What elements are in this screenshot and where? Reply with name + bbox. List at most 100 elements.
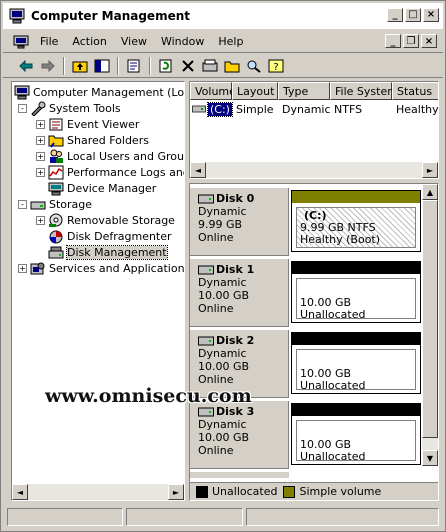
menu-action[interactable]: Action — [65, 35, 113, 48]
tree-item-label: Services and Applications — [49, 261, 185, 275]
column-header-layout[interactable]: Layout — [232, 82, 278, 100]
tree-item-label: Storage — [49, 197, 93, 211]
child-minimize-button[interactable]: _ — [385, 34, 401, 48]
up-folder-icon[interactable] — [69, 56, 91, 76]
column-header-type[interactable]: Type — [278, 82, 330, 100]
help-icon[interactable]: ? — [265, 56, 287, 76]
partition-body[interactable]: 10.00 GB Unallocated — [296, 349, 416, 392]
tree-item-storage[interactable]: - Storage — [18, 196, 92, 212]
refresh-icon[interactable] — [155, 56, 177, 76]
back-arrow-icon[interactable] — [15, 56, 37, 76]
tree-item-label: Disk Defragmenter — [67, 229, 172, 243]
collapse-toggle[interactable]: - — [18, 199, 27, 209]
disk-row[interactable]: Disk 3 Dynamic 10.00 GB Online 10.00 GB … — [190, 401, 424, 469]
menu-file[interactable]: File — [33, 35, 65, 48]
tree-item-shared-folders[interactable]: + Shared Folders — [36, 132, 149, 148]
expand-toggle[interactable]: + — [36, 215, 45, 225]
tree-item-system-tools[interactable]: - System Tools — [18, 100, 121, 116]
partition-block[interactable]: 10.00 GB Unallocated — [291, 332, 421, 394]
mmc-child-window-icon[interactable] — [13, 34, 29, 50]
delete-icon[interactable] — [177, 56, 199, 76]
partition-body[interactable]: (C:) 9.99 GB NTFS Healthy (Boot) — [296, 207, 416, 248]
close-button[interactable]: × — [423, 8, 439, 22]
status-pane — [7, 508, 124, 526]
partition-block[interactable]: 10.00 GB Unallocated — [291, 403, 421, 465]
disk-row[interactable]: Disk 1 Dynamic 10.00 GB Online 10.00 GB … — [190, 259, 424, 327]
computer-management-icon — [9, 8, 25, 24]
partition-body[interactable]: 10.00 GB Unallocated — [296, 278, 416, 321]
expand-toggle[interactable]: + — [36, 119, 45, 129]
tree-root-label: Computer Management (Local) — [33, 85, 185, 99]
tree-item-disk-management[interactable]: Disk Management — [48, 244, 168, 260]
expand-toggle[interactable]: + — [18, 263, 27, 273]
title-bar[interactable]: Computer Management _ □ × — [3, 3, 443, 29]
forward-arrow-icon[interactable] — [37, 56, 59, 76]
watermark-text: www.omnisecu.com — [45, 385, 252, 407]
system-tools-icon — [31, 101, 46, 116]
tree-root[interactable]: Computer Management (Local) — [14, 84, 185, 100]
partition-color-bar — [292, 333, 420, 345]
menu-help[interactable]: Help — [211, 35, 250, 48]
users-icon — [50, 149, 63, 163]
minimize-button[interactable]: _ — [387, 8, 403, 22]
scrollbar-thumb[interactable] — [422, 200, 438, 438]
disk-label[interactable]: Disk 3 Dynamic 10.00 GB Online — [190, 401, 289, 469]
partition-block[interactable]: (C:) 9.99 GB NTFS Healthy (Boot) — [291, 190, 421, 252]
hard-disk-icon — [198, 407, 214, 416]
expand-toggle[interactable]: + — [36, 135, 45, 145]
disk-row[interactable]: Disk 0 Dynamic 9.99 GB Online (C:) 9.99 … — [190, 188, 424, 256]
tree-item-label: Event Viewer — [67, 117, 140, 131]
open-folder-icon[interactable] — [221, 56, 243, 76]
menu-window[interactable]: Window — [154, 35, 211, 48]
column-header-status[interactable]: Status — [392, 82, 438, 100]
volume-list[interactable]: Volume Layout Type File System Status (C… — [189, 81, 439, 179]
partition-status: Healthy (Boot) — [300, 233, 381, 246]
scroll-up-arrow-icon[interactable]: ▲ — [422, 184, 438, 200]
partition-body[interactable]: 10.00 GB Unallocated — [296, 420, 416, 463]
tree-item-device-manager[interactable]: Device Manager — [48, 180, 156, 196]
menu-view[interactable]: View — [114, 35, 154, 48]
scroll-right-arrow-icon[interactable]: ► — [422, 162, 438, 178]
disk-label[interactable]: Disk 0 Dynamic 9.99 GB Online — [190, 188, 289, 256]
legend-swatch-unallocated — [196, 485, 208, 498]
properties-icon[interactable] — [123, 56, 145, 76]
computer-management-icon — [14, 85, 30, 99]
disk-graphical-view[interactable]: Disk 0 Dynamic 9.99 GB Online (C:) 9.99 … — [189, 183, 439, 501]
scroll-left-arrow-icon[interactable]: ◄ — [190, 162, 206, 178]
child-restore-button[interactable]: ❐ — [403, 34, 419, 48]
scroll-left-arrow-icon[interactable]: ◄ — [12, 484, 28, 500]
table-row[interactable]: (C:) Simple Dynamic NTFS Healthy — [190, 101, 439, 117]
hard-disk-icon — [198, 194, 214, 203]
partition-block[interactable]: 10.00 GB Unallocated — [291, 261, 421, 323]
partially-visible-cdrom-row — [190, 472, 289, 478]
tree-item-label: Device Manager — [67, 181, 157, 195]
volume-status: Healthy — [396, 102, 439, 116]
column-header-file-system[interactable]: File System — [330, 82, 398, 100]
disk-properties-icon[interactable] — [199, 56, 221, 76]
scroll-down-arrow-icon[interactable]: ▼ — [422, 450, 438, 466]
expand-toggle[interactable]: + — [36, 151, 45, 161]
volume-list-horizontal-scrollbar[interactable]: ◄ ► — [190, 162, 438, 178]
expand-toggle[interactable]: + — [36, 167, 45, 177]
child-close-button[interactable]: × — [421, 34, 437, 48]
partition-status: Unallocated — [300, 379, 366, 392]
tree-horizontal-scrollbar[interactable]: ◄ ► — [12, 484, 184, 500]
maximize-button[interactable]: □ — [405, 8, 421, 22]
tree-item-removable-storage[interactable]: + Removable Storage — [36, 212, 175, 228]
tree-item-disk-defragmenter[interactable]: Disk Defragmenter — [48, 228, 172, 244]
column-header-volume[interactable]: Volume — [190, 82, 236, 100]
volume-icon — [192, 105, 206, 113]
scroll-right-arrow-icon[interactable]: ► — [168, 484, 184, 500]
tree-item-performance-logs[interactable]: + Performance Logs and Alerts — [36, 164, 184, 180]
performance-logs-icon — [48, 165, 64, 179]
collapse-toggle[interactable]: - — [18, 103, 27, 113]
tree-item-local-users-groups[interactable]: + Local Users and Groups — [36, 148, 184, 164]
search-icon[interactable] — [243, 56, 265, 76]
console-tree[interactable]: Computer Management (Local) - System Too… — [11, 81, 185, 501]
tree-item-services-applications[interactable]: + Services and Applications — [18, 260, 185, 276]
disk-label[interactable]: Disk 1 Dynamic 10.00 GB Online — [190, 259, 289, 327]
disk-view-vertical-scrollbar[interactable]: ▲ ▼ — [422, 184, 438, 466]
tree-item-event-viewer[interactable]: + Event Viewer — [36, 116, 139, 132]
toolbar: ? — [3, 54, 443, 78]
show-hide-tree-icon[interactable] — [91, 56, 113, 76]
